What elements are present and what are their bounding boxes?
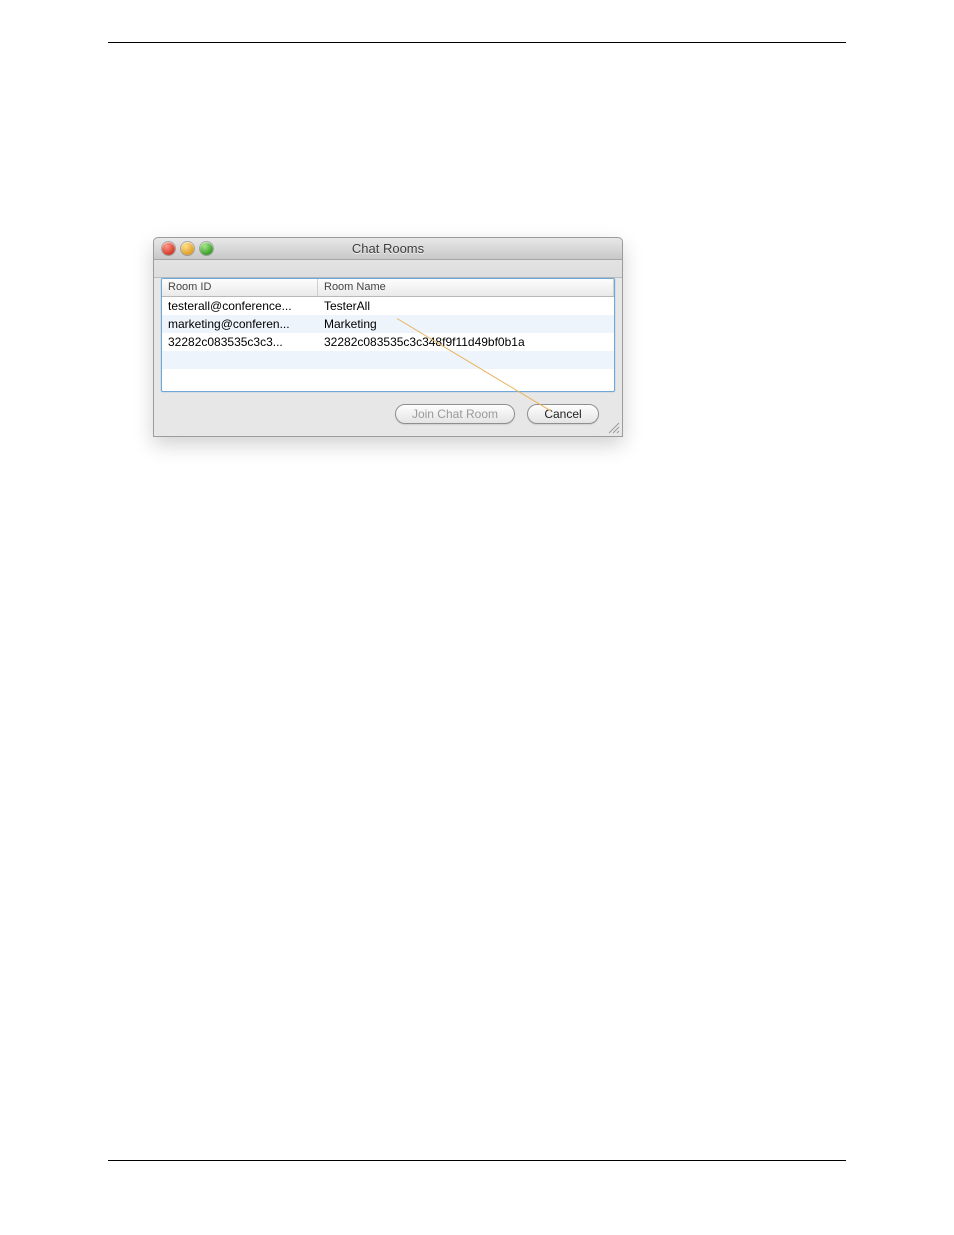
table-body: testerall@conference... TesterAll market… <box>162 297 614 387</box>
cell-room-name <box>318 359 614 361</box>
window-title: Chat Rooms <box>154 241 622 256</box>
cell-room-name: Marketing <box>318 316 614 332</box>
button-row: Join Chat Room Cancel <box>161 392 615 424</box>
bottom-rule <box>108 1160 846 1161</box>
window-controls <box>162 242 213 255</box>
table-header-row: Room ID Room Name <box>162 279 614 297</box>
cell-room-id <box>162 359 318 361</box>
table-row[interactable] <box>162 369 614 387</box>
document-page: Chat Rooms Room ID Room Name testerall@c… <box>0 0 954 1235</box>
cell-room-id: testerall@conference... <box>162 298 318 314</box>
column-header-room-id[interactable]: Room ID <box>162 279 318 296</box>
cell-room-id: marketing@conferen... <box>162 316 318 332</box>
window-titlebar[interactable]: Chat Rooms <box>154 238 622 260</box>
cell-room-name: 32282c083535c3c348f9f11d49bf0b1a <box>318 334 614 350</box>
rooms-table[interactable]: Room ID Room Name testerall@conference..… <box>161 278 615 392</box>
chat-rooms-window: Chat Rooms Room ID Room Name testerall@c… <box>153 237 623 437</box>
top-rule <box>108 42 846 43</box>
zoom-icon[interactable] <box>200 242 213 255</box>
minimize-icon[interactable] <box>181 242 194 255</box>
cell-room-id: 32282c083535c3c3... <box>162 334 318 350</box>
window-toolbar-gap <box>154 260 622 278</box>
join-chat-room-button[interactable]: Join Chat Room <box>395 404 515 424</box>
cell-room-id <box>162 377 318 379</box>
table-row[interactable]: testerall@conference... TesterAll <box>162 297 614 315</box>
cancel-button[interactable]: Cancel <box>527 404 599 424</box>
table-row[interactable] <box>162 351 614 369</box>
table-row[interactable]: marketing@conferen... Marketing <box>162 315 614 333</box>
cell-room-name <box>318 377 614 379</box>
window-body: Room ID Room Name testerall@conference..… <box>154 278 622 434</box>
column-header-room-name[interactable]: Room Name <box>318 279 614 296</box>
close-icon[interactable] <box>162 242 175 255</box>
table-row[interactable]: 32282c083535c3c3... 32282c083535c3c348f9… <box>162 333 614 351</box>
resize-grip-icon[interactable] <box>606 420 620 434</box>
cell-room-name: TesterAll <box>318 298 614 314</box>
